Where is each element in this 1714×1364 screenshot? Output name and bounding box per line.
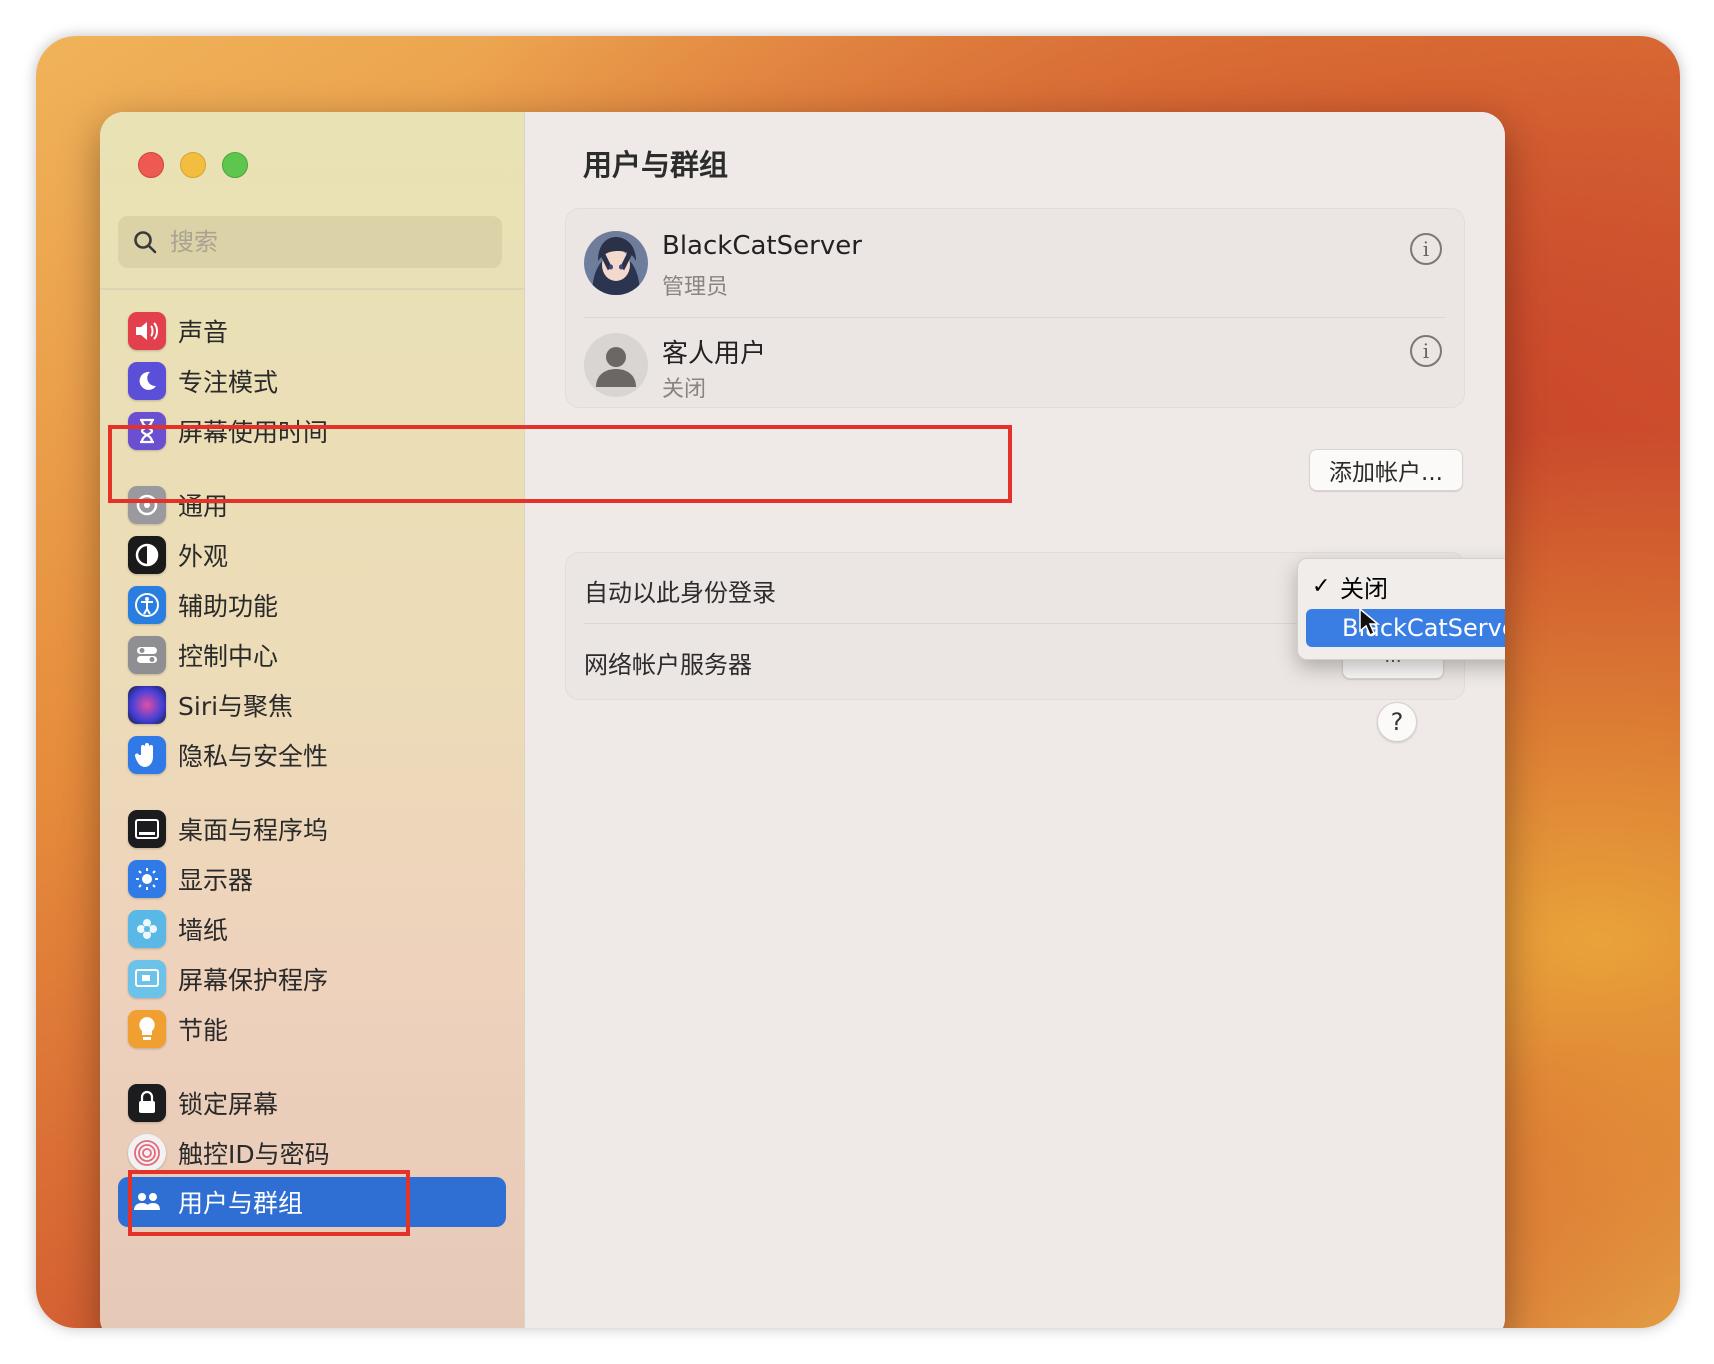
dropdown-option-off[interactable]: ✓ 关闭 bbox=[1312, 567, 1505, 605]
sidebar-item-label: 触控ID与密码 bbox=[178, 1140, 330, 1169]
sidebar-item-wallpaper[interactable]: 墙纸 bbox=[128, 904, 498, 954]
user-name: BlackCatServer bbox=[662, 231, 862, 261]
anime-avatar bbox=[584, 231, 648, 295]
lightbulb-icon bbox=[128, 1010, 166, 1048]
sidebar-item-sound[interactable]: 声音 bbox=[128, 306, 498, 356]
sidebar-item-appearance[interactable]: 外观 bbox=[128, 530, 498, 580]
hourglass-icon bbox=[128, 412, 166, 450]
sidebar-item-accessibility[interactable]: 辅助功能 bbox=[128, 580, 498, 630]
search-icon bbox=[134, 231, 157, 254]
user-name: 客人用户 bbox=[662, 339, 767, 369]
main-content: 用户与群组 BlackCatServer 管理员 i 客人用户 关闭 i 添加帐… bbox=[108, 112, 1505, 1328]
minimize-button[interactable] bbox=[180, 152, 206, 178]
checkmark-icon: ✓ bbox=[1312, 573, 1331, 599]
info-icon[interactable]: i bbox=[1410, 233, 1442, 265]
sidebar-item-siri[interactable]: Siri与聚焦 bbox=[128, 680, 498, 730]
person-silhouette-icon bbox=[584, 333, 648, 397]
screensaver-icon bbox=[128, 960, 166, 998]
search-input[interactable] bbox=[168, 227, 472, 257]
sidebar-item-label: 墙纸 bbox=[178, 916, 229, 945]
close-button[interactable] bbox=[138, 152, 164, 178]
sidebar-item-label: 辅助功能 bbox=[178, 592, 279, 621]
siri-icon bbox=[128, 686, 166, 724]
sidebar-item-label: 外观 bbox=[178, 542, 229, 571]
auto-login-label: 自动以此身份登录 bbox=[584, 579, 776, 607]
sidebar-item-privacy[interactable]: 隐私与安全性 bbox=[128, 730, 498, 780]
sidebar-divider bbox=[100, 288, 524, 290]
sidebar-item-label: Siri与聚焦 bbox=[178, 692, 294, 721]
sidebar-item-label: 节能 bbox=[178, 1016, 229, 1045]
user-role: 关闭 bbox=[662, 377, 707, 402]
search-field[interactable] bbox=[118, 216, 502, 268]
sidebar: 声音 专注模式 屏幕使用时间 通用 bbox=[100, 112, 525, 1328]
display-brightness-icon bbox=[128, 860, 166, 898]
window-controls bbox=[138, 152, 248, 178]
lock-icon bbox=[128, 1084, 166, 1122]
info-icon[interactable]: i bbox=[1410, 335, 1442, 367]
dropdown-option-label: 关闭 bbox=[1340, 574, 1388, 603]
sidebar-item-label: 隐私与安全性 bbox=[178, 742, 329, 771]
sidebar-item-screen-time[interactable]: 屏幕使用时间 bbox=[128, 406, 498, 456]
sidebar-item-label: 专注模式 bbox=[178, 368, 279, 397]
sidebar-item-label: 屏幕使用时间 bbox=[178, 418, 329, 447]
sidebar-item-label: 通用 bbox=[178, 492, 229, 521]
zoom-button[interactable] bbox=[222, 152, 248, 178]
sidebar-item-label: 声音 bbox=[178, 318, 229, 347]
sidebar-item-label: 显示器 bbox=[178, 866, 254, 895]
network-server-label: 网络帐户服务器 bbox=[584, 651, 752, 679]
help-button[interactable]: ? bbox=[1377, 702, 1417, 742]
user-role: 管理员 bbox=[662, 275, 729, 300]
auto-login-dropdown-menu[interactable]: ✓ 关闭 BlackCatServer bbox=[1297, 558, 1505, 660]
sidebar-item-general[interactable]: 通用 bbox=[128, 480, 498, 530]
page-title: 用户与群组 bbox=[583, 148, 729, 182]
row-divider bbox=[584, 317, 1446, 318]
gear-icon bbox=[128, 486, 166, 524]
sidebar-item-displays[interactable]: 显示器 bbox=[128, 854, 498, 904]
add-account-button[interactable]: 添加帐户... bbox=[1309, 449, 1463, 491]
hand-icon bbox=[128, 736, 166, 774]
sidebar-item-desktop-dock[interactable]: 桌面与程序坞 bbox=[128, 804, 498, 854]
users-list-card: BlackCatServer 管理员 i 客人用户 关闭 i bbox=[565, 208, 1465, 408]
sidebar-item-label: 用户与群组 bbox=[178, 1189, 304, 1218]
sidebar-item-label: 锁定屏幕 bbox=[178, 1090, 279, 1119]
sidebar-item-touch-id[interactable]: 触控ID与密码 bbox=[128, 1128, 498, 1178]
appearance-icon bbox=[128, 536, 166, 574]
accessibility-icon bbox=[128, 586, 166, 624]
dropdown-option-blackcatserver[interactable]: BlackCatServer bbox=[1306, 609, 1505, 647]
sidebar-item-screensaver[interactable]: 屏幕保护程序 bbox=[128, 954, 498, 1004]
desktop-wallpaper: 声音 专注模式 屏幕使用时间 通用 bbox=[36, 36, 1680, 1328]
sidebar-item-lock-screen[interactable]: 锁定屏幕 bbox=[128, 1078, 498, 1128]
fingerprint-icon bbox=[128, 1134, 166, 1172]
dock-icon bbox=[128, 810, 166, 848]
sidebar-item-control-center[interactable]: 控制中心 bbox=[128, 630, 498, 680]
sidebar-item-label: 屏幕保护程序 bbox=[178, 966, 329, 995]
wallpaper-flower-icon bbox=[128, 910, 166, 948]
user-row-guest[interactable]: 客人用户 关闭 i bbox=[566, 319, 1464, 407]
sidebar-item-energy[interactable]: 节能 bbox=[128, 1004, 498, 1054]
sidebar-item-focus[interactable]: 专注模式 bbox=[128, 356, 498, 406]
user-row-admin[interactable]: BlackCatServer 管理员 i bbox=[566, 209, 1464, 317]
moon-icon bbox=[128, 362, 166, 400]
sidebar-item-users-groups[interactable]: 用户与群组 bbox=[118, 1177, 506, 1227]
settings-window: 声音 专注模式 屏幕使用时间 通用 bbox=[100, 112, 1505, 1328]
speaker-icon bbox=[128, 312, 166, 350]
control-center-icon bbox=[128, 636, 166, 674]
sidebar-item-label: 控制中心 bbox=[178, 642, 279, 671]
mouse-cursor-icon bbox=[1359, 607, 1380, 637]
sidebar-item-label: 桌面与程序坞 bbox=[178, 816, 329, 845]
users-icon bbox=[128, 1183, 166, 1221]
